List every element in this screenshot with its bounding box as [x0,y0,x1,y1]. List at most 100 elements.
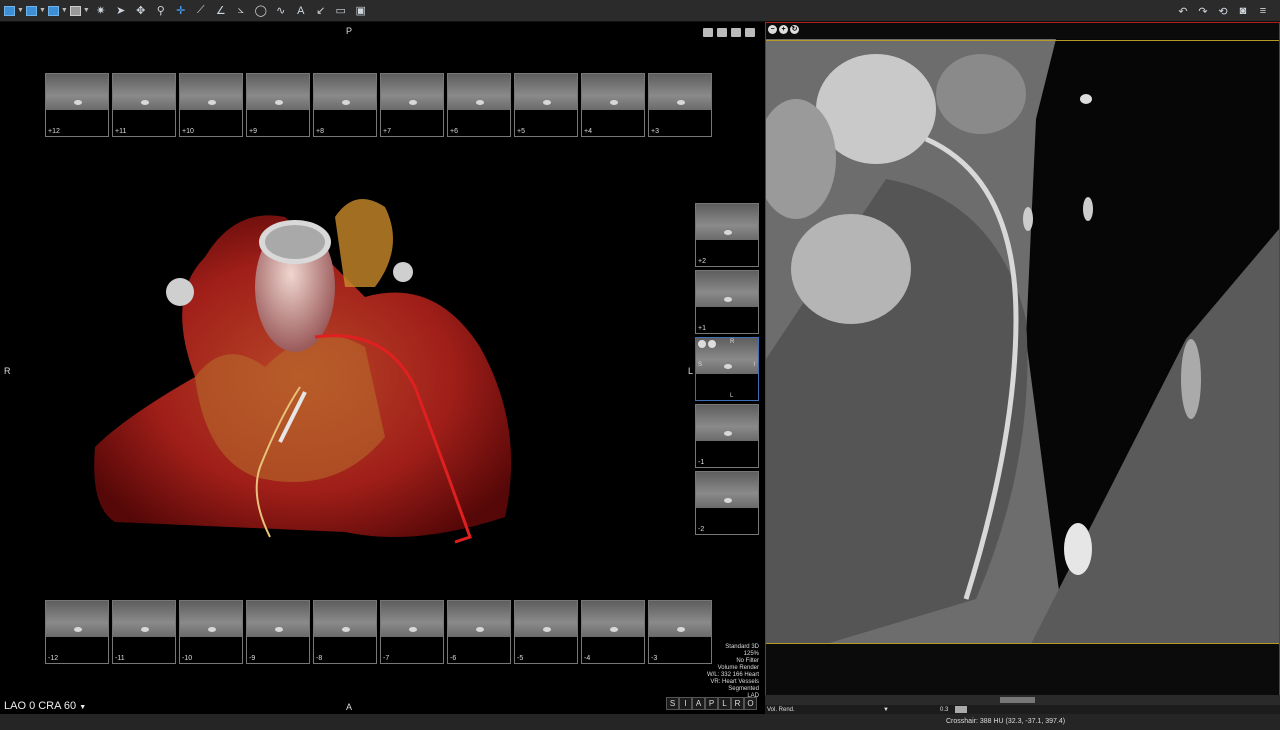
camera-icon: ◙ [1239,5,1247,17]
orient-button-o[interactable]: O [744,697,757,710]
thumbnail-label: +3 [651,128,659,135]
thumbnail[interactable]: +3 [648,73,712,137]
thumbnail[interactable]: -3 [648,600,712,664]
layout-list-button[interactable]: ▼ [25,2,46,20]
thumbnail[interactable]: -2 [695,471,759,535]
roi-button[interactable]: ▭ [332,2,350,20]
snapshot-button[interactable]: ▣ [352,2,370,20]
center-thumb-left: S [698,362,703,368]
angle-icon: ∠ [215,5,226,17]
menu-icon[interactable] [745,28,755,37]
orient-button-l[interactable]: L [718,697,731,710]
zoom-in-icon[interactable]: + [779,25,788,34]
thumbnail-label: -1 [698,459,705,466]
crosshair-icon: ✛ [176,5,186,17]
thumbnail[interactable]: +12 [45,73,109,137]
thumbnail[interactable]: -4 [581,600,645,664]
arrow-button[interactable]: ↙ [312,2,330,20]
thumbnail[interactable]: +8 [313,73,377,137]
horizontal-scrollbar[interactable] [765,695,1280,705]
reset-icon: ⟲ [1218,5,1228,18]
menu-button[interactable]: ≡ [1254,2,1272,20]
ellipse-button[interactable]: ◯ [252,2,270,20]
orientation-left: R [4,366,11,376]
zoom-button[interactable]: ⚲ [152,2,170,20]
thumbnail-label: -4 [584,655,591,662]
thumbnail[interactable]: +7 [380,73,444,137]
ct-slice-image[interactable] [766,39,1279,644]
thumbnail[interactable]: -12 [45,600,109,664]
layout-icon[interactable] [717,28,727,37]
crosshair-button[interactable]: ✛ [172,2,190,20]
zoom-in-icon[interactable] [708,340,716,348]
thumbnail[interactable]: +11 [112,73,176,137]
thumbnail-label: +9 [249,128,257,135]
pointer-button[interactable]: ➤ [112,2,130,20]
thumbnail[interactable]: +4 [581,73,645,137]
thumbnail[interactable]: -9 [246,600,310,664]
maximize-icon[interactable] [703,28,713,37]
info-line: VR: Heart Vessels [710,679,759,685]
zoom-out-icon[interactable]: − [768,25,777,34]
orient-button-s[interactable]: S [666,697,679,710]
thumbnail-label: -7 [383,655,390,662]
thumbnail-label: +2 [698,258,706,265]
redo-button[interactable]: ↷ [1194,2,1212,20]
ruler-button[interactable]: ⟋ [192,2,210,20]
main-toolbar: ▼ ▼ ▼ ▼ ✷ ➤ ✥ ⚲ ✛ ⟋ ∠ ⦣ ◯ ∿ A ↙ ▭ ▣ ↶ ↷ … [0,0,1280,22]
camera-button[interactable]: ◙ [1234,2,1252,20]
curve-button[interactable]: ∿ [272,2,290,20]
render-mode-label: Vol. Rend. [767,706,795,713]
info-line: Segmented [728,686,759,692]
center-thumb-right: I [753,362,755,368]
reset-button[interactable]: ⟲ [1214,2,1232,20]
thumbnail-label: -6 [450,655,457,662]
reset-icon[interactable]: ↻ [790,25,799,34]
orient-button-r[interactable]: R [731,697,744,710]
volume-render-viewport[interactable]: P A R L +12 +11 +10 +9 +8 +7 +6 +5 +4 +3… [0,22,763,714]
undo-icon: ↶ [1178,5,1188,18]
thumbnail[interactable]: -8 [313,600,377,664]
pan-button[interactable]: ✥ [132,2,150,20]
thumbnail[interactable]: +9 [246,73,310,137]
thumbnail-label: +4 [584,128,592,135]
angle-button[interactable]: ∠ [212,2,230,20]
thumbnail[interactable]: +2 [695,203,759,267]
thumbnail[interactable]: -1 [695,404,759,468]
undo-button[interactable]: ↶ [1174,2,1192,20]
thumbnail-label: +1 [698,325,706,332]
orient-button-i[interactable]: I [679,697,692,710]
camera-icon[interactable] [731,28,741,37]
crosshair-line[interactable] [766,40,1279,41]
center-thumbnail[interactable]: R S I L [695,337,759,401]
thumbnail[interactable]: +5 [514,73,578,137]
orient-button-a[interactable]: A [692,697,705,710]
text-button[interactable]: A [292,2,310,20]
layout-split-button[interactable]: ▼ [47,2,68,20]
thumbnail[interactable]: -11 [112,600,176,664]
thumbnail[interactable]: +10 [179,73,243,137]
thumbnail[interactable]: -5 [514,600,578,664]
viewport-controls: − + ↻ [768,25,799,34]
crosshair-line[interactable] [766,643,1279,644]
orient-button-p[interactable]: P [705,697,718,710]
scrollbar-thumb[interactable] [1000,697,1035,703]
zoom-out-icon[interactable] [698,340,706,348]
thumbnail[interactable]: -10 [179,600,243,664]
layout-single-button[interactable]: ▼ [69,2,90,20]
view-angle[interactable]: LAO 0 CRA 60 ▼ [4,700,86,712]
curved-mpr-viewport[interactable]: − + ↻ [765,22,1280,714]
slider-value: 0.3 [940,706,949,713]
dropdown-icon[interactable]: ▼ [883,707,889,713]
brightness-button[interactable]: ✷ [92,2,110,20]
thumbnail[interactable]: +1 [695,270,759,334]
pointer-icon: ➤ [116,5,126,17]
heart-volume-render[interactable] [85,177,535,562]
thumbnail[interactable]: -7 [380,600,444,664]
slider-handle[interactable] [955,706,967,713]
layout-grid-button[interactable]: ▼ [4,2,24,20]
orientation-top: P [346,26,353,36]
thumbnail[interactable]: -6 [447,600,511,664]
cobb-angle-button[interactable]: ⦣ [232,2,250,20]
thumbnail[interactable]: +6 [447,73,511,137]
